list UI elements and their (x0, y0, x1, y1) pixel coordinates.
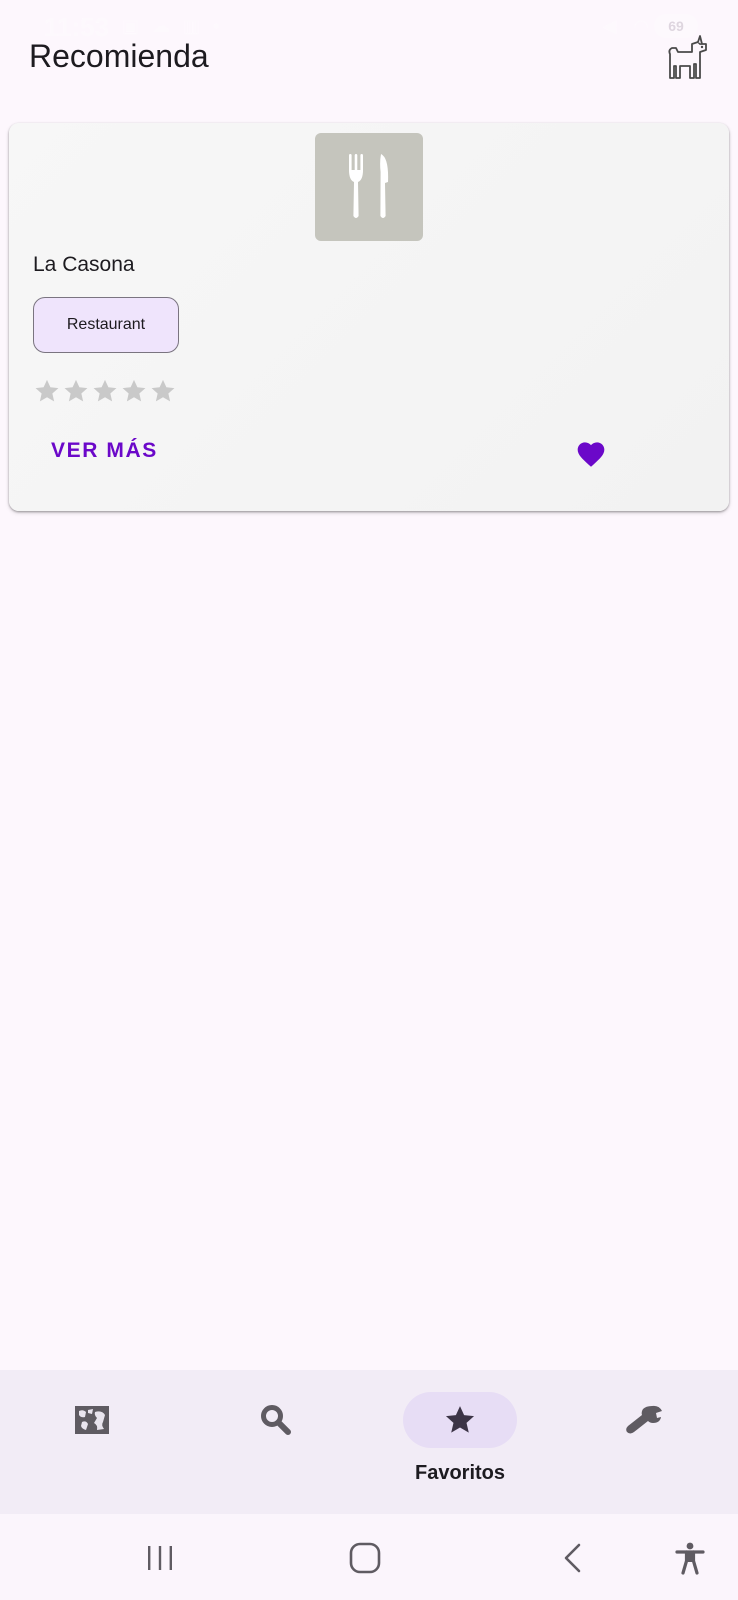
dog-icon[interactable] (662, 34, 712, 82)
system-navigation-bar (0, 1514, 738, 1600)
star-icon[interactable] (91, 377, 119, 405)
recents-icon[interactable] (138, 1536, 182, 1580)
category-chip[interactable]: Restaurant (33, 297, 179, 353)
nav-icon-container (403, 1392, 517, 1448)
back-icon[interactable] (550, 1536, 594, 1580)
search-icon (261, 1405, 291, 1435)
status-notification-icons: ▣ ☁ ▥ • (122, 16, 224, 36)
nav-item-map[interactable] (0, 1370, 184, 1514)
place-card[interactable]: La Casona Restaurant VER MÁS (9, 123, 729, 511)
nav-item-settings[interactable] (552, 1370, 736, 1514)
cutlery-icon (349, 154, 389, 218)
heart-icon[interactable] (575, 438, 607, 468)
bottom-navigation: Favoritos (0, 1370, 738, 1514)
wrench-icon (626, 1405, 662, 1434)
place-thumbnail (315, 133, 423, 241)
star-icon[interactable] (149, 377, 177, 405)
star-icon[interactable] (120, 377, 148, 405)
nav-item-search[interactable] (184, 1370, 368, 1514)
accessibility-icon[interactable] (668, 1536, 712, 1580)
place-name: La Casona (33, 253, 135, 276)
screen: 11:53 ▣ ☁ ▥ • ◀ ◠ ▮ 69 Recomienda La Cas… (0, 0, 738, 1600)
ver-mas-button[interactable]: VER MÁS (51, 439, 158, 463)
rating-stars[interactable] (33, 377, 177, 407)
star-icon[interactable] (33, 377, 61, 405)
star-icon (445, 1406, 475, 1433)
map-icon (75, 1406, 109, 1434)
page-title: Recomienda (29, 38, 209, 74)
home-icon[interactable] (343, 1536, 387, 1580)
nav-icon-container (35, 1392, 149, 1448)
nav-icon-container (587, 1392, 701, 1448)
nav-item-favoritos[interactable]: Favoritos (368, 1370, 552, 1514)
star-icon[interactable] (62, 377, 90, 405)
nav-icon-container (219, 1392, 333, 1448)
nav-label-favoritos: Favoritos (414, 1462, 506, 1484)
